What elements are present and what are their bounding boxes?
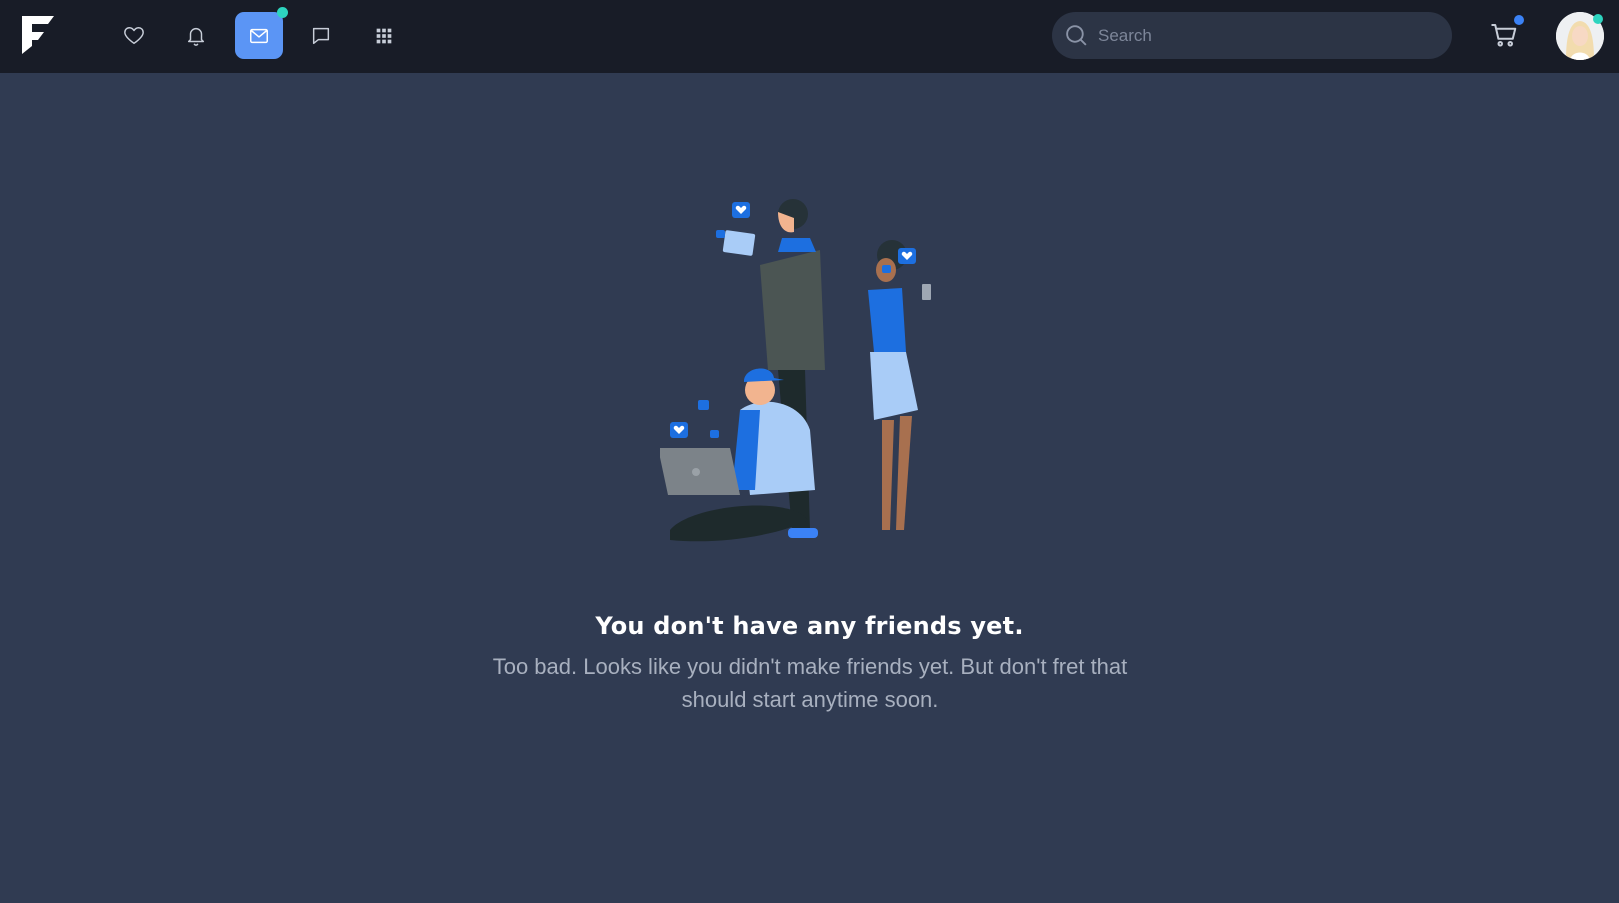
avatar-status-dot: [1593, 14, 1603, 24]
nav-messages-button[interactable]: [235, 12, 283, 59]
messages-badge: [277, 7, 288, 18]
nav-chat-button[interactable]: [297, 12, 345, 59]
f-logo-icon[interactable]: [20, 14, 56, 56]
cart-icon[interactable]: [1489, 20, 1519, 50]
bell-icon: [187, 27, 205, 46]
friends-illustration: [660, 199, 931, 542]
top-navbar: [0, 0, 1619, 73]
nav-favorites-button[interactable]: [110, 12, 158, 59]
heart-icon: [124, 26, 144, 44]
grid-icon: [376, 28, 392, 43]
search-input[interactable]: [1098, 12, 1438, 59]
search-bar[interactable]: [1052, 12, 1452, 59]
empty-state-title: You don't have any friends yet.: [595, 612, 1024, 640]
mail-icon: [250, 28, 268, 43]
nav-notifications-button[interactable]: [172, 12, 220, 59]
chat-bubble-icon: [312, 27, 330, 44]
search-icon: [1066, 25, 1087, 46]
cart-badge: [1514, 15, 1524, 25]
nav-apps-button[interactable]: [360, 12, 408, 59]
empty-state-message: Too bad. Looks like you didn't make frie…: [492, 654, 1128, 712]
